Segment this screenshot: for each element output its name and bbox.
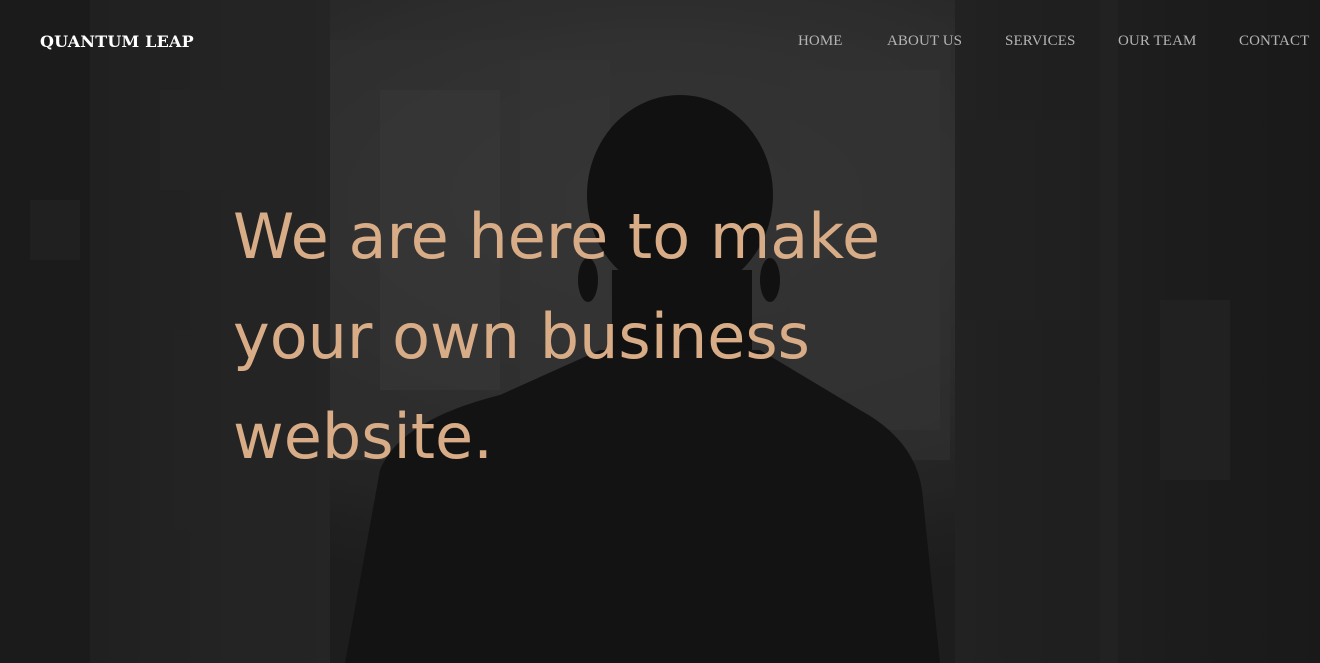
top-navigation-bar: QUANTUM LEAP HOME ABOUT US SERVICES OUR …: [0, 0, 1320, 84]
nav-item-our-team[interactable]: OUR TEAM: [1118, 33, 1196, 50]
nav-item-about-us[interactable]: ABOUT US: [887, 33, 962, 50]
hero-headline-line: website.: [233, 400, 493, 473]
nav-item-contact[interactable]: CONTACT: [1239, 33, 1309, 50]
main-nav: HOME ABOUT US SERVICES OUR TEAM CONTACT: [0, 33, 1320, 53]
hero-headline: We are here to make your own business we…: [233, 187, 933, 487]
hero-headline-line: We are here to make: [233, 200, 881, 273]
nav-item-home[interactable]: HOME: [798, 33, 843, 50]
hero-headline-line: your own business: [233, 300, 810, 373]
nav-item-services[interactable]: SERVICES: [1005, 33, 1075, 50]
hero-section: QUANTUM LEAP HOME ABOUT US SERVICES OUR …: [0, 0, 1320, 663]
